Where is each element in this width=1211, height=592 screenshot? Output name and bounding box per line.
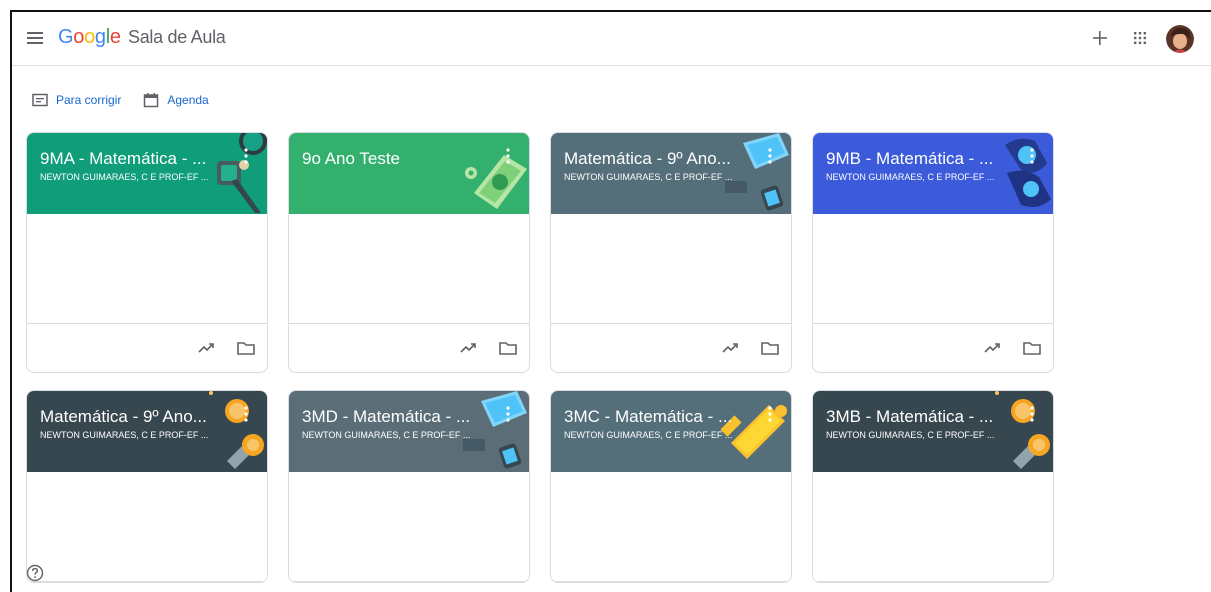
class-card[interactable]: Matemática - 9º Ano... NEWTON GUIMARAES,… — [26, 390, 268, 583]
trending-up-icon[interactable] — [197, 338, 217, 358]
class-title[interactable]: 9o Ano Teste — [302, 149, 492, 169]
class-card[interactable]: 9MA - Matemática - ... NEWTON GUIMARAES,… — [26, 132, 268, 373]
class-card[interactable]: 3MB - Matemática - ... NEWTON GUIMARAES,… — [812, 390, 1054, 583]
class-title[interactable]: 3MC - Matemática - ... — [564, 407, 754, 427]
class-card[interactable]: Matemática - 9º Ano... NEWTON GUIMARAES,… — [550, 132, 792, 373]
folder-icon[interactable] — [498, 338, 518, 358]
class-card[interactable]: 9o Ano Teste — [288, 132, 530, 373]
class-card-header[interactable]: 3MD - Matemática - ... NEWTON GUIMARAES,… — [289, 391, 529, 472]
class-card[interactable]: 3MC - Matemática - ... NEWTON GUIMARAES,… — [550, 390, 792, 583]
calendar-link[interactable]: Agenda — [143, 92, 209, 108]
class-card-header[interactable]: Matemática - 9º Ano... NEWTON GUIMARAES,… — [27, 391, 267, 472]
class-card-header[interactable]: 9MB - Matemática - ... NEWTON GUIMARAES,… — [813, 133, 1053, 214]
logo-letter: G — [58, 26, 74, 48]
apps-grid-icon[interactable] — [1130, 28, 1150, 48]
class-card-header[interactable]: 3MB - Matemática - ... NEWTON GUIMARAES,… — [813, 391, 1053, 472]
class-subtitle: NEWTON GUIMARAES, C E PROF-EF ... — [302, 430, 471, 440]
folder-icon[interactable] — [1022, 338, 1042, 358]
class-subtitle: NEWTON GUIMARAES, C E PROF-EF ... — [826, 430, 995, 440]
more-options-icon[interactable] — [1027, 405, 1037, 423]
calendar-label: Agenda — [167, 93, 209, 107]
class-card-body — [27, 214, 267, 324]
class-title[interactable]: 3MD - Matemática - ... — [302, 407, 492, 427]
more-options-icon[interactable] — [241, 147, 251, 165]
class-card-header[interactable]: 9MA - Matemática - ... NEWTON GUIMARAES,… — [27, 133, 267, 214]
to-review-icon — [32, 93, 48, 107]
class-subtitle: NEWTON GUIMARAES, C E PROF-EF ... — [564, 172, 733, 182]
class-subtitle: NEWTON GUIMARAES, C E PROF-EF ... — [826, 172, 995, 182]
class-card-footer — [27, 324, 267, 372]
calendar-icon — [144, 93, 159, 108]
product-name: Sala de Aula — [128, 27, 226, 47]
more-options-icon[interactable] — [241, 405, 251, 423]
to-review-link[interactable]: Para corrigir — [32, 93, 121, 107]
class-card-body — [551, 214, 791, 324]
class-card-footer — [551, 324, 791, 372]
to-review-label: Para corrigir — [56, 93, 122, 107]
more-options-icon[interactable] — [503, 147, 513, 165]
trending-up-icon[interactable] — [459, 338, 479, 358]
class-card-body — [289, 214, 529, 324]
class-card[interactable]: 9MB - Matemática - ... NEWTON GUIMARAES,… — [812, 132, 1054, 373]
class-card-footer — [289, 324, 529, 372]
folder-icon[interactable] — [760, 338, 780, 358]
more-options-icon[interactable] — [765, 405, 775, 423]
logo-letter: e — [109, 26, 121, 48]
top-app-bar: Google Sala de Aula — [12, 12, 1211, 66]
help-icon[interactable] — [26, 564, 44, 582]
more-options-icon[interactable] — [1027, 147, 1037, 165]
class-card-body — [289, 472, 529, 582]
logo-letter: g — [94, 26, 106, 48]
class-title[interactable]: Matemática - 9º Ano... — [564, 149, 754, 169]
class-subtitle: NEWTON GUIMARAES, C E PROF-EF ... — [40, 430, 209, 440]
trending-up-icon[interactable] — [721, 338, 741, 358]
class-card-header[interactable]: 9o Ano Teste — [289, 133, 529, 214]
class-title[interactable]: 3MB - Matemática - ... — [826, 407, 1016, 427]
class-banner-art — [465, 155, 527, 209]
class-subtitle: NEWTON GUIMARAES, C E PROF-EF ... — [564, 430, 733, 440]
app-logo[interactable]: Google Sala de Aula — [58, 26, 226, 49]
class-card-body — [813, 472, 1053, 582]
class-title[interactable]: 9MB - Matemática - ... — [826, 149, 1016, 169]
class-subtitle: NEWTON GUIMARAES, C E PROF-EF ... — [40, 172, 209, 182]
plus-icon[interactable] — [1088, 26, 1112, 50]
class-card-header[interactable]: Matemática - 9º Ano... NEWTON GUIMARAES,… — [551, 133, 791, 214]
class-card-header[interactable]: 3MC - Matemática - ... NEWTON GUIMARAES,… — [551, 391, 791, 472]
quick-links: Para corrigir Agenda — [32, 88, 231, 112]
class-card[interactable]: 3MD - Matemática - ... NEWTON GUIMARAES,… — [288, 390, 530, 583]
menu-icon[interactable] — [26, 29, 44, 47]
class-card-body — [813, 214, 1053, 324]
folder-icon[interactable] — [236, 338, 256, 358]
class-card-footer — [813, 324, 1053, 372]
logo-letter: o — [84, 26, 95, 48]
class-card-body — [27, 472, 267, 582]
class-title[interactable]: Matemática - 9º Ano... — [40, 407, 230, 427]
class-title[interactable]: 9MA - Matemática - ... — [40, 149, 230, 169]
more-options-icon[interactable] — [765, 147, 775, 165]
logo-letter: o — [73, 26, 85, 48]
more-options-icon[interactable] — [503, 405, 513, 423]
avatar[interactable] — [1166, 25, 1194, 53]
trending-up-icon[interactable] — [983, 338, 1003, 358]
class-card-body — [551, 472, 791, 582]
classroom-window: Google Sala de Aula Para corrigir Agenda… — [10, 10, 1211, 592]
